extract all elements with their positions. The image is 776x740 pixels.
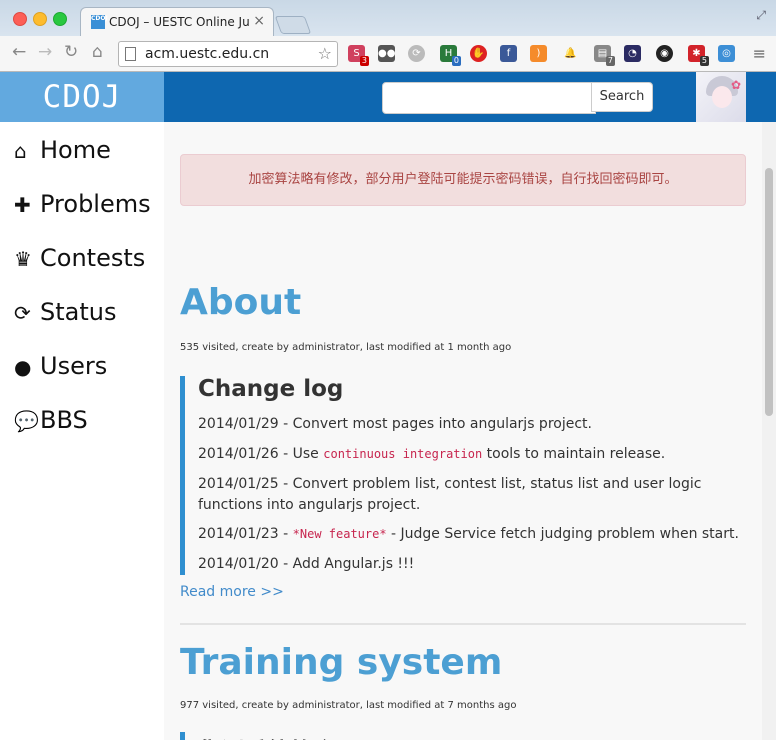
sidebar-item-bbs[interactable]: 💬BBS [14, 400, 88, 440]
article-title-about[interactable]: About [180, 282, 301, 323]
back-icon[interactable]: ← [12, 42, 26, 62]
tab-title: CDOJ – UESTC Online Judge [109, 15, 249, 29]
page-icon [125, 47, 136, 61]
facebook-icon[interactable]: f [500, 45, 517, 62]
sidebar: ⌂ Home ✚ Problems ♛ Contests ⟳ Status ● Users… [0, 122, 164, 740]
zoom-window-button[interactable] [53, 12, 67, 26]
divider [180, 623, 746, 625]
article-meta: 535 visited, create by administrator, la… [180, 342, 512, 353]
extension-sync-icon[interactable]: ⟳ [408, 45, 425, 62]
extension-clipboard-icon[interactable]: ▤ 7 [594, 45, 615, 66]
entry-text: tools to maintain release. [482, 446, 666, 462]
sidebar-item-label: Home [40, 136, 111, 164]
forward-icon[interactable]: → [38, 42, 52, 62]
sidebar-item-users[interactable]: ● Users [14, 346, 107, 386]
trophy-icon: ♛ [14, 247, 32, 271]
notice-alert: 加密算法略有修改，部分用户登陆可能提示密码错误，自行找回密码即可。 [180, 154, 746, 206]
changelog-block: Change log 2014/01/29 - Convert most pag… [180, 376, 755, 575]
refresh-icon: ⟳ [14, 301, 31, 325]
sidebar-item-home[interactable]: ⌂ Home [14, 130, 111, 170]
web-page: CDOJ Search ✿ ⌂ Home ✚ Problems ♛ Contests … [0, 72, 776, 740]
browser-toolbar: ← → ↻ ⌂ acm.uestc.edu.cn ☆ S3 ●● ⟳ H0 ✋ … [0, 36, 776, 72]
home-icon: ⌂ [14, 139, 27, 163]
browser-tab[interactable]: CDOJ CDOJ – UESTC Online Judge × [80, 7, 274, 37]
training-heading: 集训系统简介 [198, 732, 336, 740]
sidebar-item-label: Status [40, 298, 117, 326]
extension-stylish-icon[interactable]: S3 [348, 45, 369, 66]
article-title-training[interactable]: Training system [180, 642, 502, 683]
search-button[interactable]: Search [591, 82, 653, 112]
extension-html-validator-icon[interactable]: H0 [440, 45, 461, 66]
training-block: 集训系统简介 [180, 732, 755, 740]
address-bar[interactable]: acm.uestc.edu.cn ☆ [118, 41, 338, 67]
sidebar-item-label: Users [40, 352, 108, 380]
extension-flickr-icon[interactable]: ●● [378, 45, 395, 62]
browser-tab-strip: CDOJ CDOJ – UESTC Online Judge × ⤢ [0, 0, 776, 37]
puzzle-icon: ✚ [14, 193, 31, 217]
changelog-entry: 2014/01/25 - Convert problem list, conte… [198, 476, 702, 513]
extension-speed-icon[interactable]: ◔ [624, 45, 641, 62]
changelog-entry: 2014/01/20 - Add Angular.js !!! [198, 556, 415, 572]
inline-code: *New feature* [292, 527, 387, 541]
browser-menu-icon[interactable]: ≡ [753, 44, 766, 63]
sidebar-item-label: Problems [40, 190, 151, 218]
bookmark-star-icon[interactable]: ☆ [318, 44, 332, 63]
bell-icon[interactable]: 🔔 [562, 45, 579, 62]
read-more-link[interactable]: Read more >> [180, 584, 284, 600]
sidebar-item-label: BBS [40, 406, 88, 434]
article-meta: 977 visited, create by administrator, la… [180, 700, 517, 711]
rss-icon[interactable]: ) [530, 45, 547, 62]
extension-puzzle-icon[interactable]: ✱ 5 [688, 45, 709, 66]
changelog-entry: 2014/01/26 - Use continuous integration … [198, 444, 750, 465]
home-button-icon[interactable]: ⌂ [92, 42, 103, 62]
site-logo[interactable]: CDOJ [0, 72, 164, 122]
tab-close-icon[interactable]: × [253, 13, 265, 29]
inline-code: continuous integration [323, 447, 483, 461]
avatar-face [712, 86, 732, 108]
extension-screenshot-icon[interactable]: ◎ [718, 45, 735, 62]
reload-icon[interactable]: ↻ [64, 42, 78, 62]
sidebar-item-contests[interactable]: ♛ Contests [14, 238, 145, 278]
avatar-bow: ✿ [730, 78, 741, 92]
search-input[interactable] [382, 82, 596, 114]
site-navbar: CDOJ Search ✿ [0, 72, 776, 122]
changelog-entry: 2014/01/23 - *New feature* - Judge Servi… [198, 524, 750, 545]
main-content: 加密算法略有修改，部分用户登陆可能提示密码错误，自行找回密码即可。 About … [164, 122, 762, 740]
sidebar-item-status[interactable]: ⟳ Status [14, 292, 116, 332]
entry-text: - Judge Service fetch judging problem wh… [386, 526, 739, 542]
page-scrollbar[interactable] [762, 122, 776, 740]
avatar[interactable]: ✿ [696, 72, 746, 122]
close-window-button[interactable] [13, 12, 27, 26]
sidebar-item-label: Contests [40, 244, 146, 272]
changelog-entry: 2014/01/29 - Convert most pages into ang… [198, 416, 592, 432]
entry-text: 2014/01/23 - [198, 526, 293, 542]
fullscreen-icon[interactable]: ⤢ [756, 8, 766, 23]
new-tab-button[interactable] [274, 16, 312, 34]
changelog-heading: Change log [198, 376, 344, 402]
extension-color-icon[interactable]: ◉ [656, 45, 673, 62]
scrollbar-thumb[interactable] [765, 168, 773, 416]
comments-icon: 💬 [14, 409, 39, 433]
extension-adblock-icon[interactable]: ✋ [470, 45, 487, 62]
entry-text: 2014/01/26 - Use [198, 446, 324, 462]
minimize-window-button[interactable] [33, 12, 47, 26]
sidebar-item-problems[interactable]: ✚ Problems [14, 184, 151, 224]
url-text: acm.uestc.edu.cn [145, 46, 270, 62]
tab-favicon-icon: CDOJ [91, 15, 108, 29]
user-icon: ● [14, 355, 32, 379]
